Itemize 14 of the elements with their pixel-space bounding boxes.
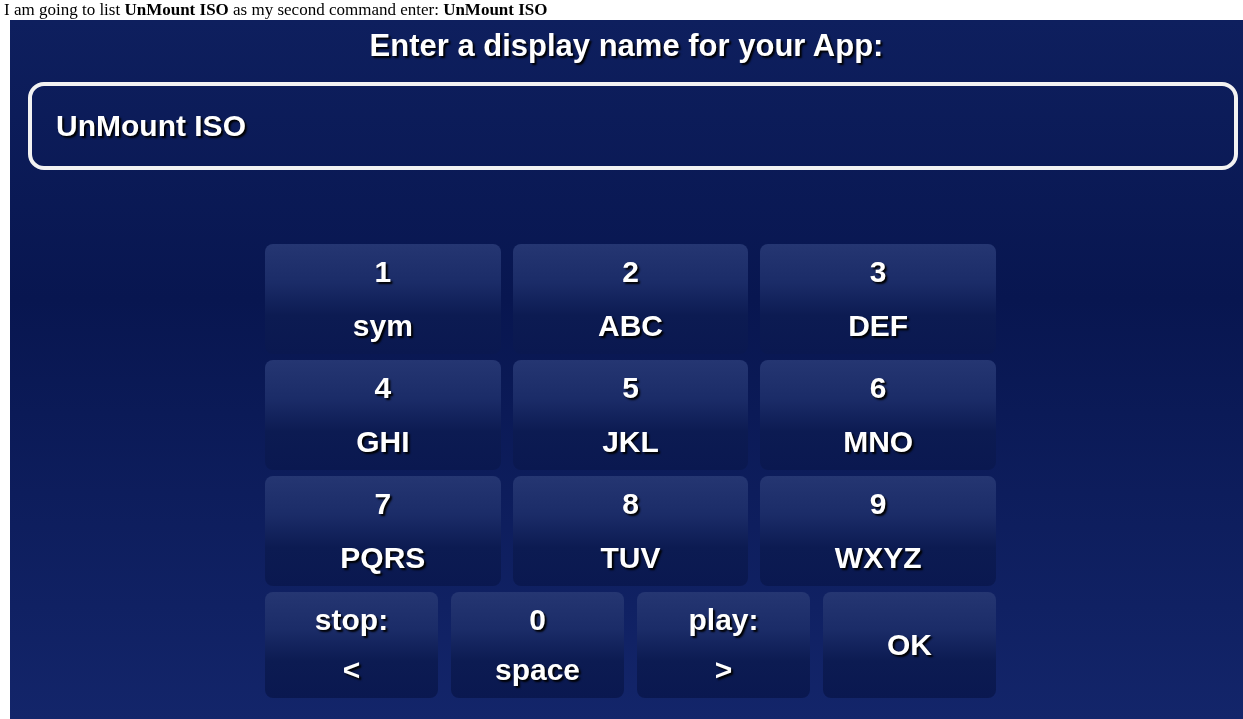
keypad-key[interactable]: 1 sym [265,244,501,354]
dialog-title: Enter a display name for your App: [369,28,884,64]
keypad-key[interactable]: 6 MNO [760,360,996,470]
keypad-key[interactable]: 3 DEF [760,244,996,354]
keypad-key[interactable]: 9 WXYZ [760,476,996,586]
name-input-field[interactable]: UnMount ISO [28,82,1238,170]
caption-text: I am going to list UnMount ISO as my second command enter: UnMount ISO [3,0,549,20]
keypad-key[interactable]: 4 GHI [265,360,501,470]
keypad-key[interactable]: play: > [637,592,810,698]
keypad-key[interactable]: 2 ABC [512,244,749,354]
keypad-key[interactable]: 0 space [451,592,624,698]
keypad-key[interactable]: 5 JKL [512,360,749,470]
ok-button[interactable]: OK [823,592,996,698]
keypad-key[interactable]: stop: < [265,592,438,698]
